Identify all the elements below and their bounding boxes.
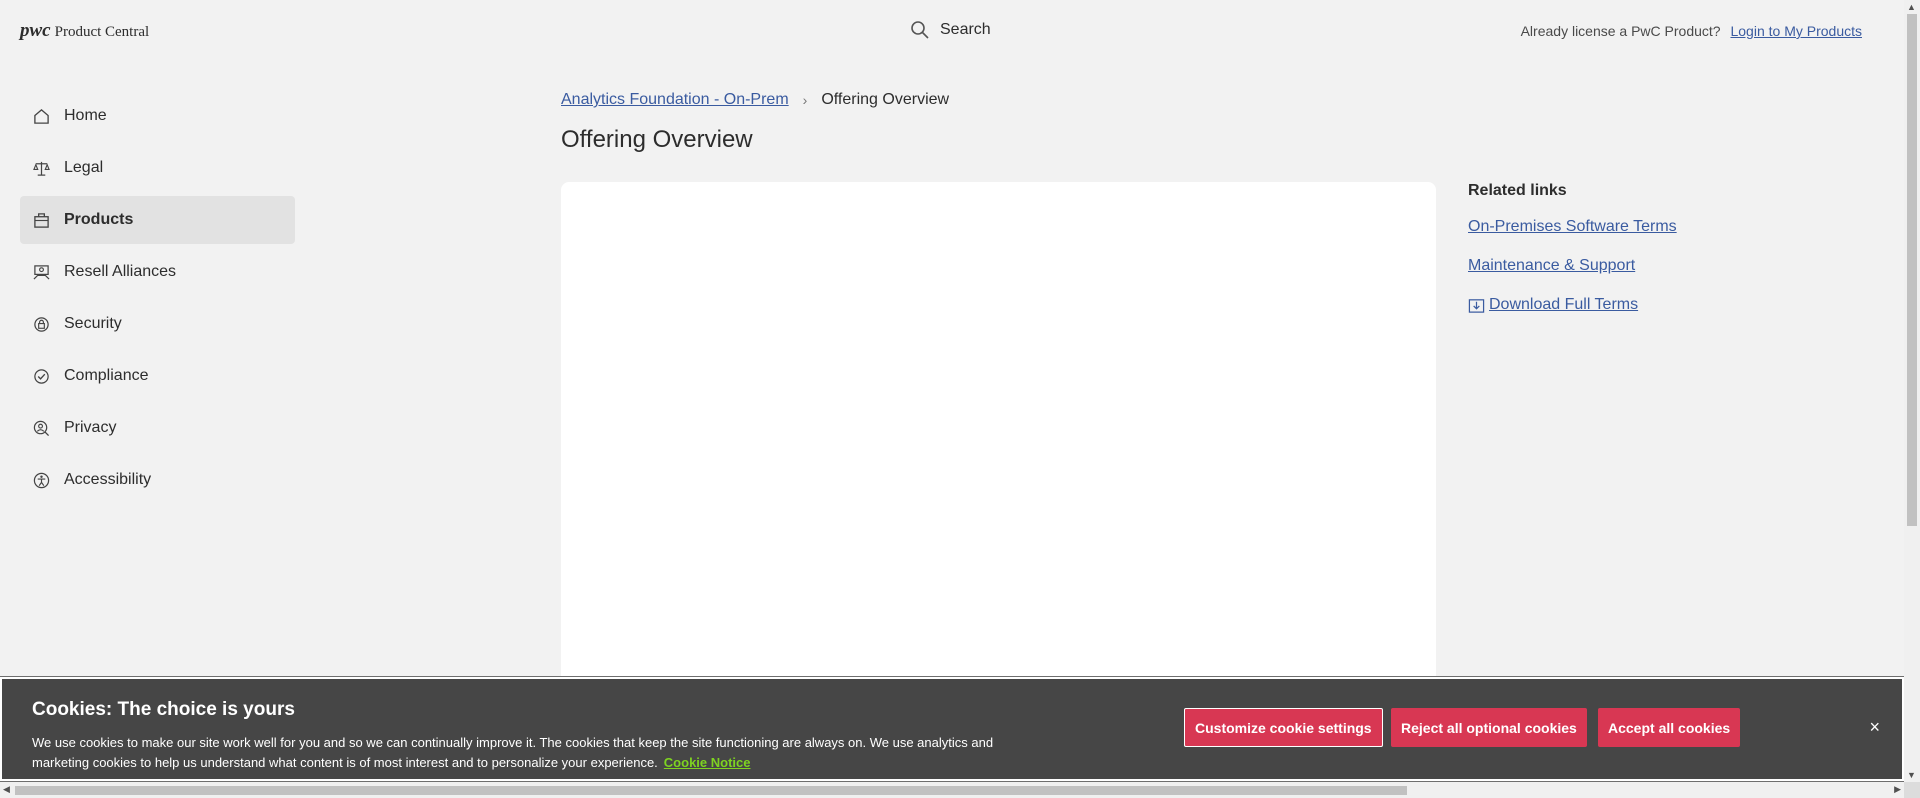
breadcrumb-current: Offering Overview — [821, 91, 950, 108]
check-circle-icon — [32, 367, 50, 385]
scales-icon — [32, 159, 50, 177]
license-prompt: Already license a PwC Product? Login to … — [1521, 23, 1862, 39]
related-links-panel: Related links On-Premises Software Terms… — [1468, 182, 1848, 314]
sidebar-item-label: Accessibility — [64, 471, 152, 488]
scroll-left-arrow-icon[interactable]: ◀ — [3, 784, 10, 795]
login-link[interactable]: Login to My Products — [1730, 23, 1862, 39]
download-full-terms-link[interactable]: Download Full Terms — [1489, 296, 1638, 314]
sidebar-item-label: Security — [64, 315, 122, 332]
sidebar-item-label: Legal — [64, 159, 104, 176]
maintenance-support-link[interactable]: Maintenance & Support — [1468, 257, 1848, 275]
sidebar-item-accessibility[interactable]: Accessibility — [20, 456, 295, 504]
cookie-banner: Cookies: The choice is yours We use cook… — [0, 676, 1905, 782]
search-button[interactable]: Search — [910, 20, 991, 40]
sidebar-item-products[interactable]: Products — [20, 196, 295, 244]
page-title: Offering Overview — [561, 126, 753, 153]
sidebar-item-label: Compliance — [64, 367, 149, 384]
license-text: Already license a PwC Product? — [1520, 23, 1721, 39]
customize-cookie-settings-button[interactable]: Customize cookie settings — [1184, 708, 1383, 747]
logo-text: Product Central — [54, 24, 150, 40]
sidebar-item-privacy[interactable]: Privacy — [20, 404, 295, 452]
sidebar-nav: Home Legal Products Resell Alliances Sec… — [20, 92, 295, 508]
sidebar-item-resell-alliances[interactable]: Resell Alliances — [20, 248, 295, 296]
related-links-heading: Related links — [1468, 182, 1567, 199]
cookie-body: We use cookies to make our site work wel… — [32, 733, 1032, 773]
scroll-up-arrow-icon[interactable]: ▲ — [1907, 2, 1916, 12]
sidebar-item-legal[interactable]: Legal — [20, 144, 295, 192]
download-full-terms[interactable]: Download Full Terms — [1468, 296, 1848, 314]
sidebar-item-label: Privacy — [64, 419, 117, 436]
site-header: pwc Product Central Search Already licen… — [0, 0, 1900, 64]
horizontal-scroll-thumb[interactable] — [15, 786, 1407, 795]
user-search-icon — [32, 419, 50, 437]
search-icon — [911, 21, 929, 39]
cookie-notice-link[interactable]: Cookie Notice — [664, 755, 751, 770]
sidebar-item-home[interactable]: Home — [20, 92, 295, 140]
scroll-down-arrow-icon[interactable]: ▼ — [1907, 770, 1916, 780]
horizontal-scrollbar[interactable]: ◀ ▶ — [0, 782, 1904, 798]
briefcase-icon — [32, 211, 50, 229]
sidebar-item-label: Products — [64, 211, 134, 228]
accessibility-icon — [32, 471, 50, 489]
cookie-body-text: We use cookies to make our site work wel… — [32, 735, 994, 770]
handshake-icon — [32, 263, 50, 281]
on-premises-terms-link[interactable]: On-Premises Software Terms — [1468, 218, 1848, 236]
reject-optional-cookies-button[interactable]: Reject all optional cookies — [1391, 708, 1587, 747]
logo-mark: pwc — [20, 20, 51, 41]
pwc-logo[interactable]: pwc Product Central — [20, 20, 149, 42]
sidebar-item-compliance[interactable]: Compliance — [20, 352, 295, 400]
breadcrumb: Analytics Foundation - On-Prem › Offerin… — [561, 91, 949, 109]
cookie-title: Cookies: The choice is yours — [32, 699, 295, 720]
breadcrumb-parent-link[interactable]: Analytics Foundation - On-Prem — [561, 91, 789, 109]
scroll-right-arrow-icon[interactable]: ▶ — [1894, 784, 1901, 795]
content-card — [561, 182, 1436, 702]
search-label: Search — [940, 21, 991, 38]
vertical-scroll-thumb[interactable] — [1907, 14, 1917, 526]
vertical-scrollbar[interactable]: ▲ ▼ — [1904, 0, 1920, 782]
close-icon[interactable]: × — [1869, 717, 1880, 738]
download-icon — [1468, 298, 1485, 313]
accept-all-cookies-button[interactable]: Accept all cookies — [1598, 708, 1741, 747]
lock-shield-icon — [32, 315, 50, 333]
home-icon — [32, 107, 50, 125]
chevron-right-icon: › — [802, 92, 808, 108]
sidebar-item-security[interactable]: Security — [20, 300, 295, 348]
sidebar-item-label: Resell Alliances — [64, 263, 177, 280]
sidebar-item-label: Home — [64, 107, 107, 124]
scrollbar-corner — [1904, 782, 1920, 798]
